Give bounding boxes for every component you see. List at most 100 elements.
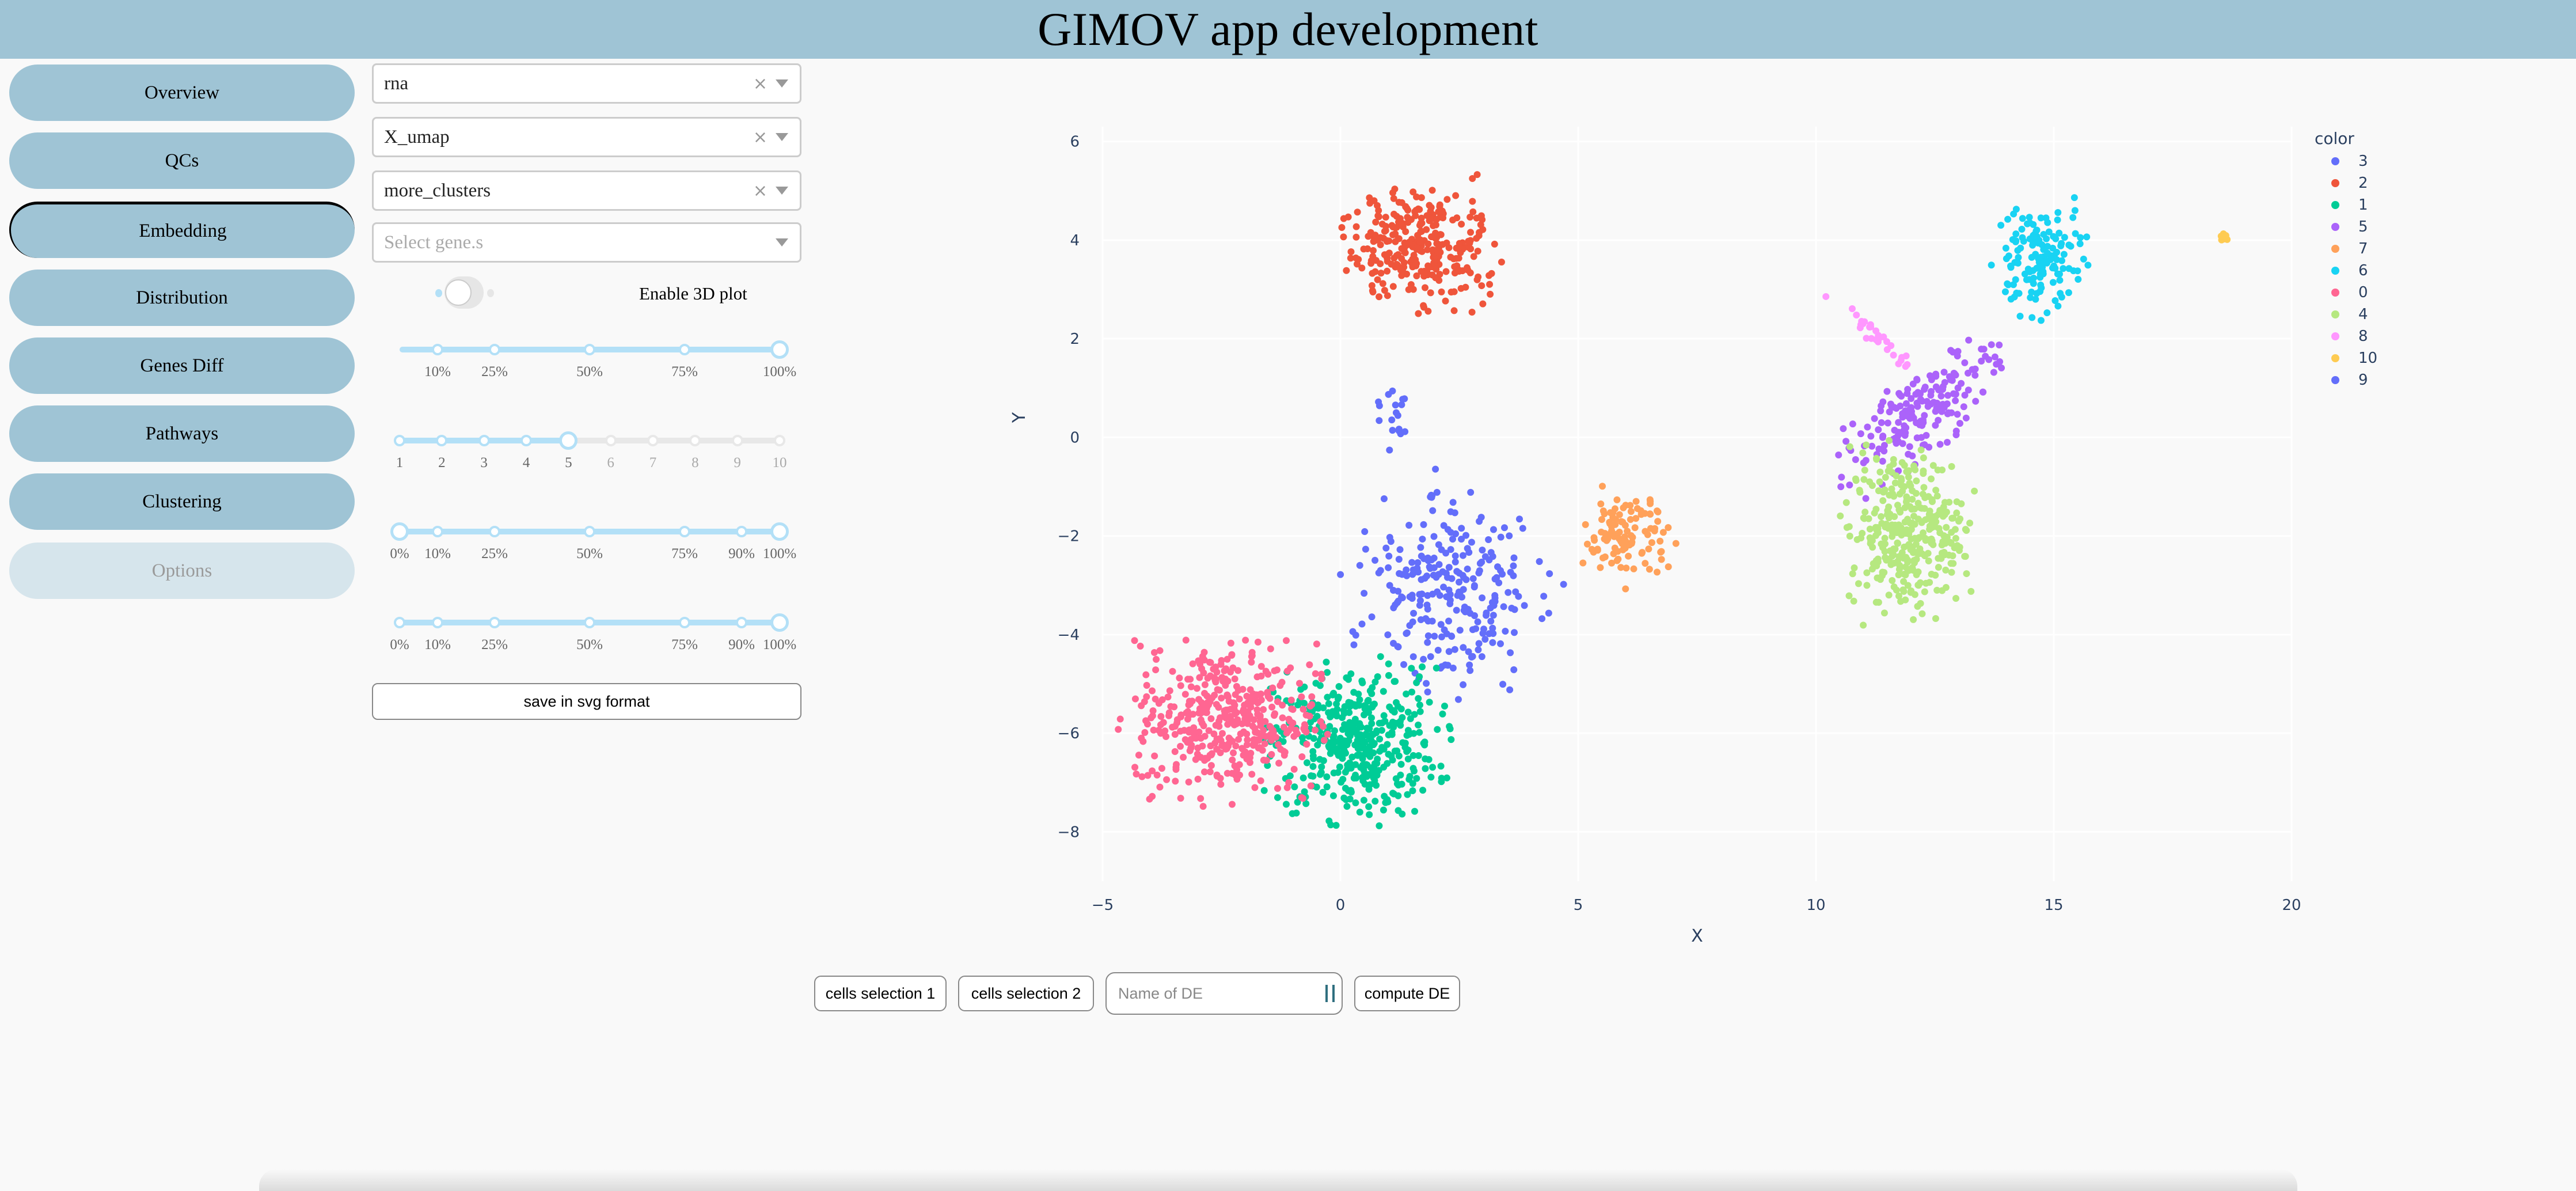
slider-handle[interactable] (770, 340, 789, 359)
data-point[interactable] (1235, 735, 1243, 743)
gene-select-dropdown[interactable]: Select gene.s (372, 222, 801, 263)
data-point[interactable] (1494, 563, 1502, 571)
data-point[interactable] (1910, 464, 1918, 471)
data-point[interactable] (1370, 700, 1378, 708)
data-point[interactable] (1274, 794, 1281, 801)
data-point[interactable] (1333, 700, 1340, 708)
data-point[interactable] (1479, 547, 1486, 554)
data-point[interactable] (1352, 223, 1360, 230)
legend-marker-2[interactable] (2331, 179, 2339, 187)
data-point[interactable] (1360, 245, 1367, 253)
data-point[interactable] (1388, 416, 1396, 424)
data-point[interactable] (1942, 584, 1950, 591)
data-point[interactable] (1473, 171, 1481, 179)
data-point[interactable] (1646, 566, 1653, 573)
data-point[interactable] (2220, 236, 2227, 243)
data-point[interactable] (1631, 524, 1639, 532)
data-point[interactable] (1458, 221, 1465, 228)
data-point[interactable] (1453, 214, 1461, 222)
data-point[interactable] (1430, 571, 1437, 579)
data-point[interactable] (1942, 566, 1950, 574)
sidebar-item-qcs[interactable]: QCs (9, 132, 355, 189)
data-point[interactable] (1540, 593, 1548, 600)
data-point[interactable] (1459, 552, 1466, 559)
data-point[interactable] (1627, 508, 1635, 515)
data-point[interactable] (1860, 514, 1867, 522)
data-point[interactable] (1599, 507, 1607, 515)
data-point[interactable] (1906, 503, 1914, 510)
data-point[interactable] (1665, 563, 1672, 571)
data-point[interactable] (1845, 592, 1853, 600)
data-point[interactable] (1228, 651, 1236, 659)
data-point[interactable] (1149, 792, 1156, 800)
data-point[interactable] (1156, 783, 1164, 791)
data-point[interactable] (1424, 308, 1432, 315)
data-point[interactable] (1362, 545, 1369, 553)
data-point[interactable] (1918, 434, 1925, 441)
data-point[interactable] (1859, 449, 1867, 457)
legend-label-5[interactable]: 5 (2358, 218, 2368, 236)
data-point[interactable] (1365, 803, 1373, 810)
data-point[interactable] (1632, 498, 1640, 505)
data-point[interactable] (1230, 699, 1237, 707)
data-point[interactable] (1260, 706, 1267, 713)
data-point[interactable] (1400, 259, 1408, 267)
data-point[interactable] (1475, 640, 1483, 647)
data-point[interactable] (1846, 481, 1853, 489)
data-point[interactable] (1376, 735, 1384, 743)
data-point[interactable] (1954, 384, 1962, 392)
data-point[interactable] (1309, 763, 1317, 770)
data-point[interactable] (1628, 538, 1636, 546)
data-point[interactable] (1420, 521, 1427, 528)
data-point[interactable] (2007, 295, 2015, 303)
data-point[interactable] (1951, 370, 1958, 377)
data-point[interactable] (1177, 795, 1184, 802)
data-point[interactable] (1588, 545, 1595, 553)
data-point[interactable] (1932, 615, 1939, 623)
data-point[interactable] (1395, 643, 1402, 651)
data-point[interactable] (1538, 615, 1546, 623)
data-point[interactable] (2012, 276, 2019, 283)
data-point[interactable] (1374, 756, 1381, 763)
data-point[interactable] (1414, 559, 1422, 566)
data-point[interactable] (1204, 754, 1211, 762)
data-point[interactable] (1427, 204, 1435, 211)
data-point[interactable] (1924, 403, 1932, 410)
data-point[interactable] (1301, 700, 1308, 707)
data-point[interactable] (1896, 490, 1903, 498)
data-point[interactable] (1978, 346, 1985, 353)
data-point[interactable] (1616, 529, 1623, 536)
data-point[interactable] (1415, 695, 1422, 702)
data-point[interactable] (1428, 187, 1436, 194)
data-point[interactable] (1962, 553, 1969, 560)
data-point[interactable] (1377, 653, 1384, 661)
data-point[interactable] (1862, 457, 1870, 464)
data-point[interactable] (1423, 572, 1431, 580)
data-point[interactable] (1309, 748, 1317, 755)
data-point[interactable] (1343, 674, 1350, 681)
data-point[interactable] (1157, 713, 1165, 720)
data-point[interactable] (1852, 475, 1859, 483)
data-point[interactable] (1972, 397, 1980, 405)
legend-marker-1[interactable] (2331, 201, 2339, 209)
data-point[interactable] (2026, 214, 2033, 221)
data-point[interactable] (1144, 772, 1152, 779)
data-point[interactable] (1434, 249, 1442, 256)
data-point[interactable] (1385, 564, 1392, 571)
data-point[interactable] (1873, 456, 1880, 463)
data-point[interactable] (1947, 560, 1955, 567)
data-point[interactable] (1160, 719, 1167, 726)
data-point[interactable] (1190, 730, 1197, 737)
data-point[interactable] (1642, 560, 1649, 567)
data-point[interactable] (1445, 648, 1453, 655)
data-point[interactable] (1372, 218, 1380, 226)
data-point[interactable] (1495, 579, 1503, 587)
data-point[interactable] (1868, 442, 1876, 450)
data-point[interactable] (1319, 723, 1327, 730)
data-point[interactable] (1356, 562, 1363, 569)
data-point[interactable] (1447, 253, 1454, 261)
data-point[interactable] (1956, 420, 1963, 427)
data-point[interactable] (1848, 305, 1856, 312)
data-point[interactable] (1334, 769, 1342, 776)
data-point[interactable] (1893, 439, 1900, 447)
